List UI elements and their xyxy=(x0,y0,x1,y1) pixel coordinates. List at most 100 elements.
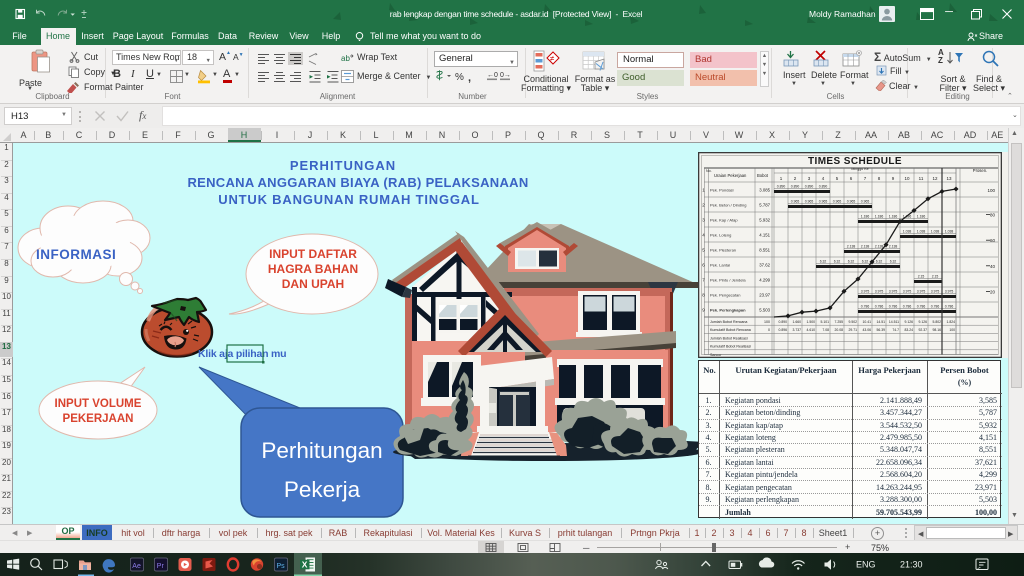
svg-text:0.890: 0.890 xyxy=(777,185,786,189)
svg-text:6.32: 6.32 xyxy=(876,260,883,264)
svg-text:1.186: 1.186 xyxy=(875,215,884,219)
svg-text:20.08: 20.08 xyxy=(835,328,844,332)
svg-text:0.786: 0.786 xyxy=(889,305,898,309)
svg-text:3.975: 3.975 xyxy=(903,290,912,294)
svg-text:1.038: 1.038 xyxy=(931,230,940,234)
svg-text:1.186: 1.186 xyxy=(861,215,870,219)
svg-text:6.32: 6.32 xyxy=(862,260,869,264)
svg-text:7.255: 7.255 xyxy=(835,320,844,324)
svg-text:0.890: 0.890 xyxy=(805,185,814,189)
svg-text:ENG: ENG xyxy=(856,560,876,570)
svg-text:No.: No. xyxy=(706,169,712,173)
svg-text:TIMES SCHEDULE: TIMES SCHEDULE xyxy=(808,156,902,167)
svg-text:0.965: 0.965 xyxy=(805,200,814,204)
svg-text:8.551: 8.551 xyxy=(759,248,770,253)
svg-text:X: X xyxy=(302,560,308,570)
svg-text:Kumulatif Bobot Realisasi: Kumulatif Bobot Realisasi xyxy=(710,345,751,349)
svg-text:1.038: 1.038 xyxy=(945,230,954,234)
svg-text:3.975: 3.975 xyxy=(931,290,940,294)
svg-text:Pek. Perlengkapan: Pek. Perlengkapan xyxy=(710,308,746,313)
svg-text:PEKERJAAN: PEKERJAAN xyxy=(63,413,134,425)
svg-text:23.97: 23.97 xyxy=(759,293,770,298)
svg-text:6.32: 6.32 xyxy=(834,260,841,264)
svg-text:2.138: 2.138 xyxy=(861,245,870,249)
svg-text:INPUT DAFTAR: INPUT DAFTAR xyxy=(269,247,357,261)
svg-text:9.126: 9.126 xyxy=(919,320,928,324)
svg-text:Minggu Ke: Minggu Ke xyxy=(851,167,868,171)
svg-text:5.503: 5.503 xyxy=(759,308,770,313)
svg-text:%: % xyxy=(455,72,464,83)
svg-text:0→: 0→ xyxy=(500,72,510,79)
svg-text:1.186: 1.186 xyxy=(889,215,898,219)
svg-text:11: 11 xyxy=(919,176,924,181)
svg-text:0.965: 0.965 xyxy=(833,200,842,204)
svg-text:12: 12 xyxy=(932,176,938,181)
svg-text:←0: ←0 xyxy=(487,72,498,79)
svg-text:Ps: Ps xyxy=(277,563,286,570)
svg-text:3.975: 3.975 xyxy=(945,290,954,294)
svg-text:5.101: 5.101 xyxy=(821,320,830,324)
svg-text:0.965: 0.965 xyxy=(861,200,870,204)
svg-text:2.138: 2.138 xyxy=(889,245,898,249)
svg-text:0.965: 0.965 xyxy=(819,200,828,204)
svg-text:Pek. Lantai: Pek. Lantai xyxy=(710,263,730,268)
svg-text:0.896: 0.896 xyxy=(779,328,788,332)
svg-text:1.660: 1.660 xyxy=(793,320,802,324)
svg-text:Prosen.: Prosen. xyxy=(973,168,987,173)
svg-text:Pek. Pintu / Jendela: Pek. Pintu / Jendela xyxy=(710,278,746,283)
svg-text:1.038: 1.038 xyxy=(917,230,926,234)
svg-text:40: 40 xyxy=(990,264,996,269)
svg-text:4.299: 4.299 xyxy=(759,278,770,283)
svg-text:3.737: 3.737 xyxy=(793,328,802,332)
svg-text:Pekerja: Pekerja xyxy=(284,477,361,502)
svg-text:1.500: 1.500 xyxy=(807,320,816,324)
svg-text:9.502: 9.502 xyxy=(849,320,858,324)
svg-text:ab: ab xyxy=(341,54,350,63)
svg-text:Klik aja pilihan mu: Klik aja pilihan mu xyxy=(198,348,286,360)
svg-text:2.138: 2.138 xyxy=(847,245,856,249)
svg-text:DAN UPAH: DAN UPAH xyxy=(282,277,344,291)
svg-text:Pek. Loteng: Pek. Loteng xyxy=(710,233,731,238)
svg-text:1.186: 1.186 xyxy=(917,215,926,219)
svg-text:20: 20 xyxy=(990,289,996,294)
svg-text:3.975: 3.975 xyxy=(917,290,926,294)
svg-text:Perhitungan: Perhitungan xyxy=(261,438,382,463)
svg-text:Sancor: Sancor xyxy=(710,353,722,357)
svg-text:0.890: 0.890 xyxy=(819,185,828,189)
svg-text:92.37: 92.37 xyxy=(919,328,928,332)
svg-text:83.24: 83.24 xyxy=(905,328,914,332)
svg-text:≠: ≠ xyxy=(550,54,555,63)
svg-text:9.126: 9.126 xyxy=(905,320,914,324)
svg-text:Pek. Kap / Atap: Pek. Kap / Atap xyxy=(710,218,738,223)
svg-text:1.038: 1.038 xyxy=(903,230,912,234)
svg-text:2.138: 2.138 xyxy=(875,245,884,249)
svg-text:0.965: 0.965 xyxy=(791,200,800,204)
svg-text:14.51: 14.51 xyxy=(877,320,886,324)
svg-text:Jumlah Bobot Rencana: Jumlah Bobot Rencana xyxy=(710,320,747,324)
svg-text:Pr: Pr xyxy=(157,563,165,570)
svg-text:10: 10 xyxy=(904,176,910,181)
svg-text:3.975: 3.975 xyxy=(875,290,884,294)
svg-text:0.786: 0.786 xyxy=(903,305,912,309)
svg-text:Ae: Ae xyxy=(132,563,141,570)
svg-text:6.32: 6.32 xyxy=(820,260,827,264)
svg-text:3.975: 3.975 xyxy=(861,290,870,294)
svg-text:10.41: 10.41 xyxy=(863,320,872,324)
svg-text:37.62: 37.62 xyxy=(759,263,770,268)
svg-text:29.71: 29.71 xyxy=(849,328,858,332)
svg-text:0.786: 0.786 xyxy=(875,305,884,309)
svg-text:Pek. Beton / Dinding: Pek. Beton / Dinding xyxy=(710,203,746,208)
svg-text:14.511: 14.511 xyxy=(889,320,899,324)
svg-text:0.890: 0.890 xyxy=(791,185,800,189)
svg-text:4.151: 4.151 xyxy=(759,233,770,238)
svg-text:0.786: 0.786 xyxy=(945,305,954,309)
svg-text:0.890: 0.890 xyxy=(779,320,788,324)
svg-text:100: 100 xyxy=(987,188,995,193)
svg-text:100: 100 xyxy=(764,320,770,324)
svg-text:2.15: 2.15 xyxy=(932,275,939,279)
svg-text:INFORMASI: INFORMASI xyxy=(36,247,116,262)
svg-text:HAGRA BAHAN: HAGRA BAHAN xyxy=(268,262,358,276)
svg-text:60: 60 xyxy=(990,238,996,243)
svg-text:Uraian Pekerjaan: Uraian Pekerjaan xyxy=(714,173,747,178)
svg-text:13: 13 xyxy=(946,176,952,181)
